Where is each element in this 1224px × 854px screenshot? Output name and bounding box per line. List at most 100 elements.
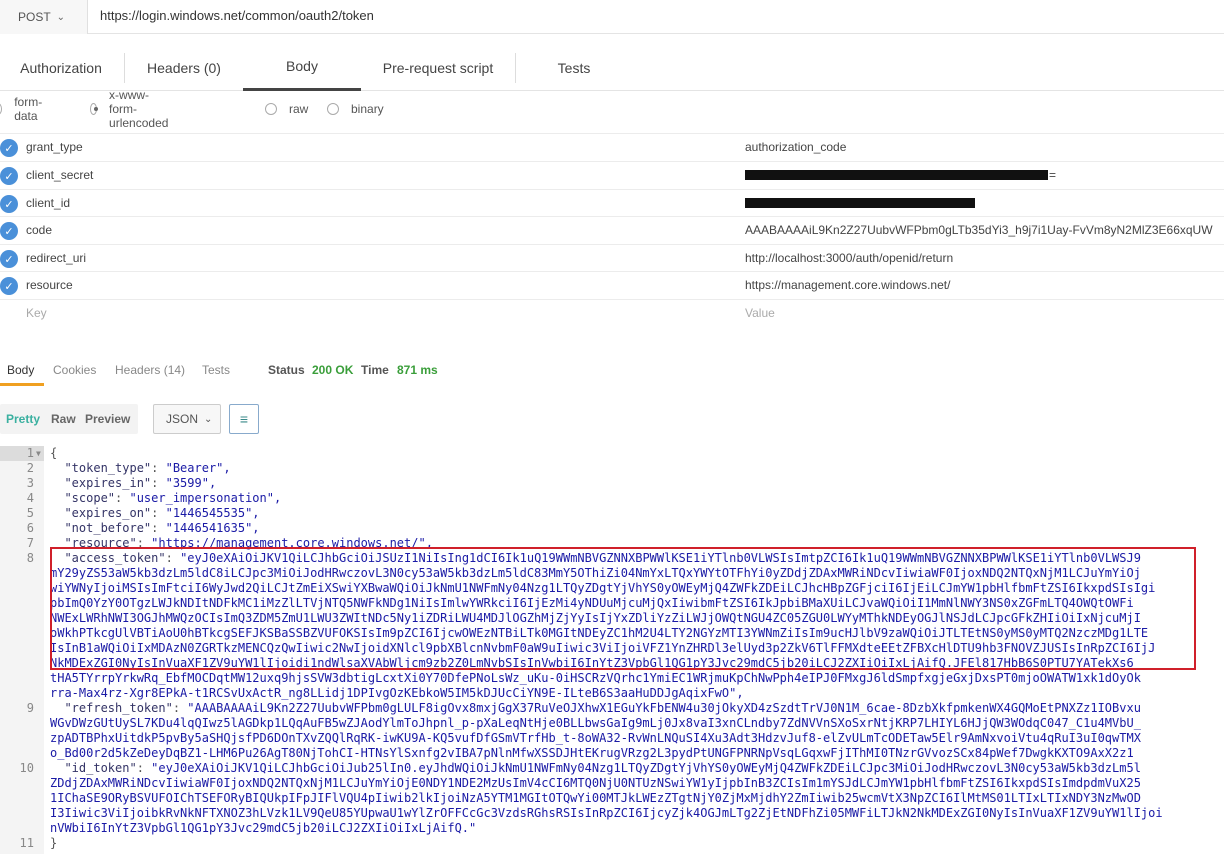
code-line: "token_type": "Bearer", xyxy=(64,461,231,475)
chevron-down-icon: ⌄ xyxy=(204,413,213,425)
param-key[interactable]: resource xyxy=(26,278,73,292)
method-dropdown[interactable]: POST ⌄ xyxy=(0,0,88,34)
code-line: "resource": "https://management.core.win… xyxy=(64,536,433,550)
radio-icon xyxy=(327,103,339,115)
param-key[interactable]: redirect_uri xyxy=(26,251,86,265)
url-bar: POST ⌄ https://login.windows.net/common/… xyxy=(0,0,1224,34)
param-key-placeholder[interactable]: Key xyxy=(26,306,47,320)
tab-response-headers[interactable]: Headers (14) xyxy=(115,356,185,386)
radio-x-www-form-urlencoded[interactable]: x-www-form-urlencoded xyxy=(90,88,173,130)
radio-label: x-www-form-urlencoded xyxy=(109,88,169,130)
code-line: I3Iiwic3ViIjoibkRvNkNFTXNOZ3hLVzk1LV9QeU… xyxy=(50,806,1163,820)
code-line: nVWbiI6InYtZ3VpbGl1QG1pY3Jvc29mdC5jb20iL… xyxy=(50,821,477,835)
code-line: } xyxy=(50,836,58,850)
tab-cookies[interactable]: Cookies xyxy=(53,356,96,386)
checkmark-icon[interactable]: ✓ xyxy=(0,167,18,185)
code-line: "expires_in": "3599", xyxy=(64,476,217,490)
time-label: Time xyxy=(361,363,389,377)
code-line: "id_token": "eyJ0eXAiOiJKV1QiLCJhbGciOiJ… xyxy=(64,761,1141,775)
param-row: ✓ code AAABAAAAiL9Kn2Z27UubvWFPbm0gLTb35… xyxy=(0,216,1224,243)
radio-label: form-data xyxy=(14,95,43,123)
url-input[interactable]: https://login.windows.net/common/oauth2/… xyxy=(100,8,374,23)
wrap-lines-icon: ≡ xyxy=(239,411,249,427)
code-line: "expires_on": "1446545535", xyxy=(64,506,260,520)
code-line: ZDdjZDAxMWRiNDcvIiwiaWF0IjoxNDQ2NTQxNjM1… xyxy=(50,776,1141,790)
line-number: 6 xyxy=(26,521,34,535)
pretty-button[interactable]: Pretty xyxy=(6,412,40,426)
checkmark-icon[interactable]: ✓ xyxy=(0,250,18,268)
tab-authorization[interactable]: Authorization xyxy=(0,44,122,91)
param-value[interactable]: = xyxy=(1049,168,1056,182)
raw-button[interactable]: Raw xyxy=(51,412,76,426)
param-value[interactable]: authorization_code xyxy=(745,140,846,154)
line-number: 9 xyxy=(26,701,34,715)
line-number: 8 xyxy=(26,551,34,565)
code-line: 1IChaSE9ORyBSVUFOIChTSEFORyBIQUkpIFpJIFl… xyxy=(50,791,1141,805)
tab-tests[interactable]: Tests xyxy=(516,44,632,91)
code-line: pbImQ0YzY0OTgzLWJkNDItNDFkMC1iMzZlLTVjNT… xyxy=(50,596,1134,610)
method-label: POST xyxy=(18,10,51,24)
line-number: 5 xyxy=(26,506,34,520)
line-number: 11 xyxy=(19,836,34,850)
param-key[interactable]: client_secret xyxy=(26,168,93,182)
code-line: WGvDWzGUtUySL7KDu4lqQIwz5lAGDkp1LQqAuFB5… xyxy=(50,716,1141,730)
radio-form-data[interactable]: form-data xyxy=(0,95,46,123)
param-key[interactable]: grant_type xyxy=(26,140,83,154)
checkmark-icon[interactable]: ✓ xyxy=(0,195,18,213)
tab-headers[interactable]: Headers (0) xyxy=(125,44,243,91)
line-number: 2 xyxy=(26,461,34,475)
param-row: ✓ grant_type authorization_code xyxy=(0,133,1224,160)
param-row: ✓ client_id xyxy=(0,189,1224,216)
format-label: JSON xyxy=(166,412,199,426)
radio-label: binary xyxy=(351,102,384,116)
code-line: tHA5TYrrpYrkwRq_EbfMOCDqtMW12uxq9hjsSVW3… xyxy=(50,671,1141,685)
format-dropdown[interactable]: JSON ⌄ xyxy=(153,404,221,434)
code-line: IsInB1aWQiOiIxMDAzN0ZGRTkzMENCQzQwIiwic2… xyxy=(50,641,1156,655)
status-value: 200 OK xyxy=(312,363,354,377)
code-line: { xyxy=(50,446,58,460)
response-code-view[interactable]: ▼ 1 {2 "token_type": "Bearer", 3 "expires_… xyxy=(0,446,1224,854)
checkmark-icon[interactable]: ✓ xyxy=(0,277,18,295)
redaction-bar xyxy=(745,170,1048,180)
tab-response-tests[interactable]: Tests xyxy=(202,356,230,386)
param-value[interactable]: http://localhost:3000/auth/openid/return xyxy=(745,251,953,265)
time-value: 871 ms xyxy=(397,363,438,377)
line-number: 7 xyxy=(26,536,34,550)
code-line: NWExLWRhNWI3OGJhMWQzOCIsImQ3ZDM5ZmU1LWU3… xyxy=(50,611,1141,625)
param-row: ✓ client_secret = xyxy=(0,161,1224,188)
param-value[interactable]: https://management.core.windows.net/ xyxy=(745,278,950,292)
code-line: o_Bd00r2d5kZeDeyDqBZ1-LHM6Pu26AgT80NjToh… xyxy=(50,746,1134,760)
code-line: rra-Max4rz-Xgr8EPkA-t1RCSvUxActR_ng8LLid… xyxy=(50,686,744,700)
radio-icon xyxy=(0,103,3,115)
code-line: "refresh_token": "AAABAAAAiL9Kn2Z27UubvW… xyxy=(64,701,1141,715)
radio-selected-icon xyxy=(90,103,99,115)
preview-button[interactable]: Preview xyxy=(85,412,130,426)
radio-raw[interactable]: raw xyxy=(265,98,308,120)
wrap-lines-button[interactable]: ≡ xyxy=(229,404,259,434)
code-line: "access_token": "eyJ0eXAiOiJKV1QiLCJhbGc… xyxy=(64,551,1141,565)
code-line: wiYWNyIjoiMSIsImFtciI6WyJwd2QiLCJtZmEiXS… xyxy=(50,581,1156,595)
fold-arrow-icon[interactable]: ▼ xyxy=(36,446,41,461)
param-key[interactable]: code xyxy=(26,223,52,237)
code-line: "scope": "user_impersonation", xyxy=(64,491,282,505)
param-value[interactable]: AAABAAAAiL9Kn2Z27UubvWFPbm0gLTb35dYi3_h9… xyxy=(745,223,1213,237)
redaction-bar xyxy=(745,198,975,208)
code-line: mY29yZS53aW5kb3dzLm5ldC8iLCJpc3MiOiJodHR… xyxy=(50,566,1141,580)
code-line: "not_before": "1446541635", xyxy=(64,521,260,535)
line-number: 10 xyxy=(19,761,34,775)
status-label: Status xyxy=(268,363,305,377)
param-value-placeholder[interactable]: Value xyxy=(745,306,775,320)
response-tabs: Body Cookies Headers (14) Tests Status 2… xyxy=(0,356,1224,386)
tab-pre-request-script[interactable]: Pre-request script xyxy=(362,44,514,91)
tab-body[interactable]: Body xyxy=(243,44,361,91)
checkmark-icon[interactable]: ✓ xyxy=(0,139,18,157)
radio-binary[interactable]: binary xyxy=(327,98,384,120)
checkmark-icon[interactable]: ✓ xyxy=(0,222,18,240)
code-line: NkMDExZGI0NyIsInVuaXF1ZV9uYW1lIjoidi1ndW… xyxy=(50,656,1134,670)
param-row-new: Key Value xyxy=(0,299,1224,326)
radio-icon xyxy=(265,103,277,115)
param-key[interactable]: client_id xyxy=(26,196,70,210)
tab-response-body[interactable]: Body xyxy=(0,356,44,386)
chevron-down-icon: ⌄ xyxy=(56,11,66,23)
code-line: oWkhPTkcgUlVBTiAoU0hBTkcgSEFJKSBaSSBZVUF… xyxy=(50,626,1149,640)
